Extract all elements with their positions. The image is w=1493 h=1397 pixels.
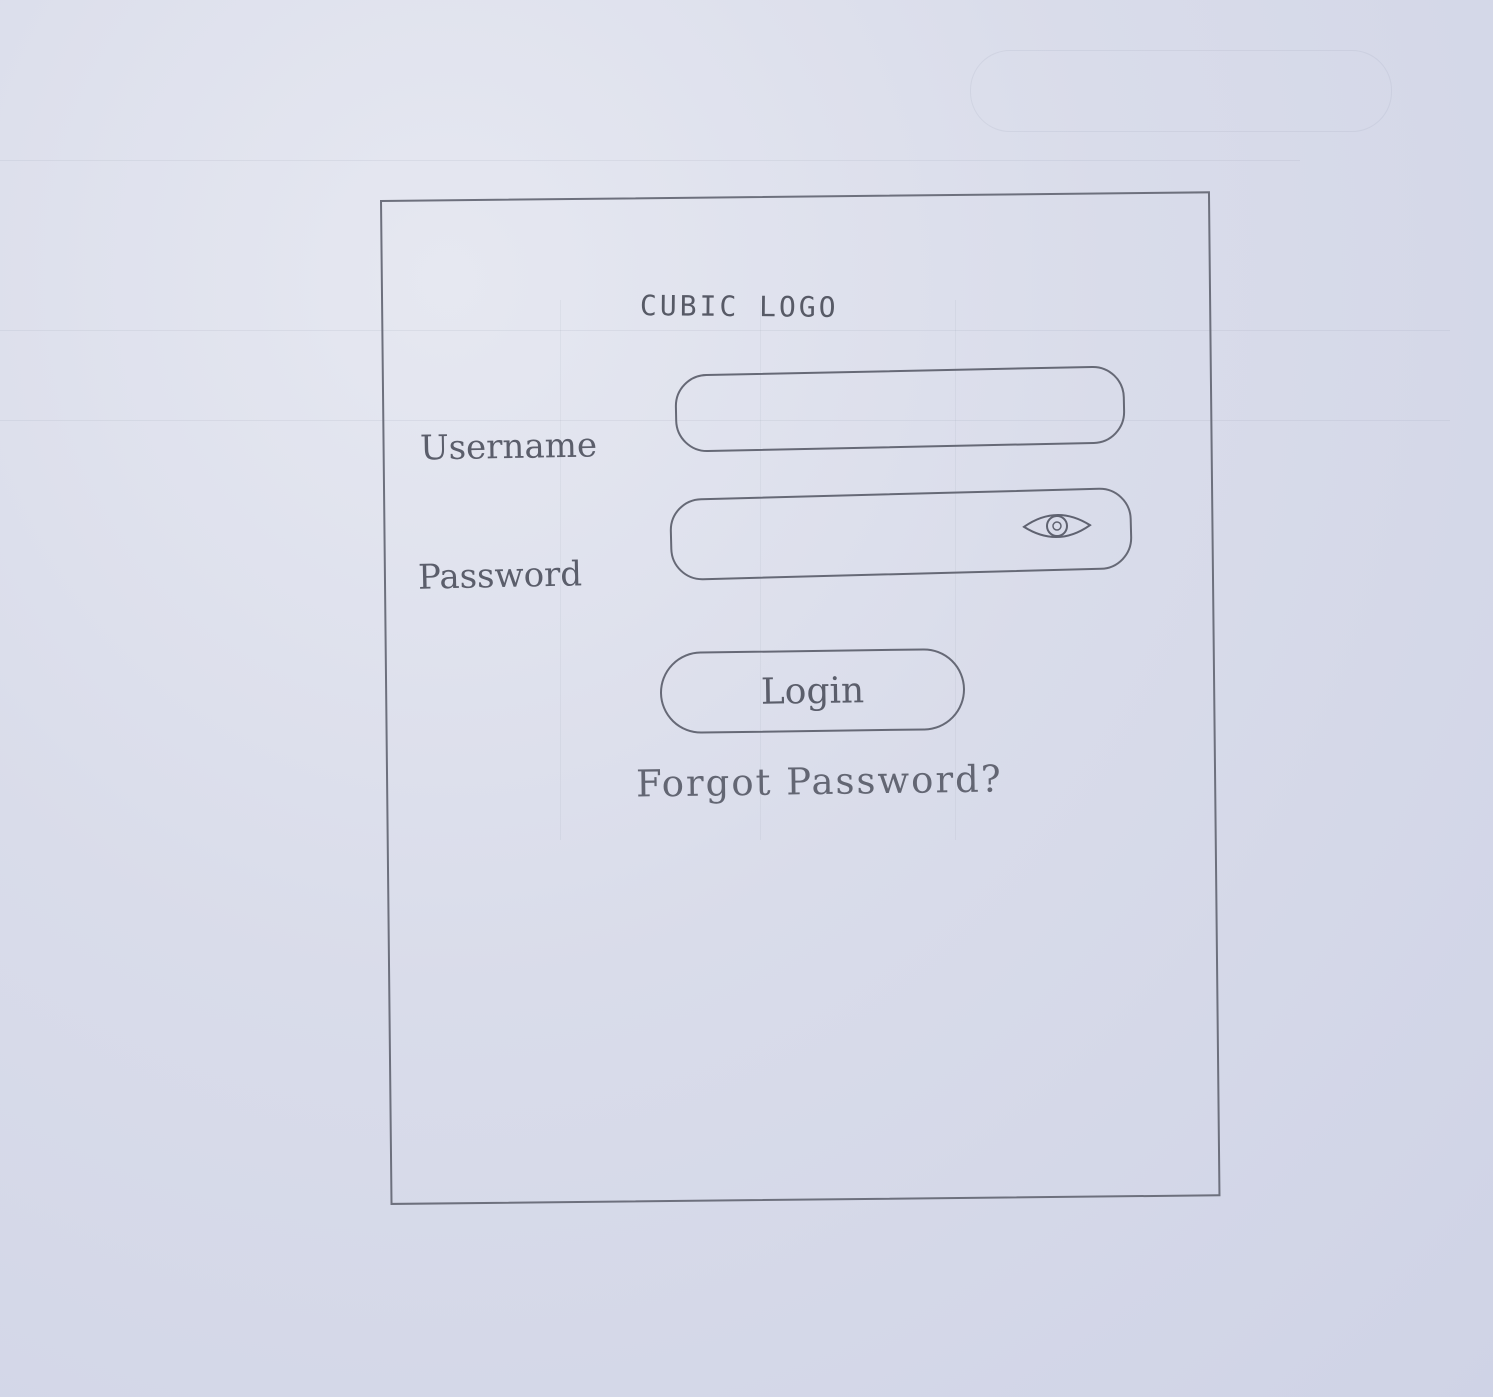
forgot-password-link[interactable]: Forgot Password?: [636, 757, 1003, 805]
login-button[interactable]: Login: [659, 647, 966, 735]
password-label: Password: [417, 554, 583, 598]
background-ghost-shape: [970, 50, 1392, 132]
username-label: Username: [419, 425, 598, 469]
logo-placeholder: CUBIC LOGO: [639, 289, 839, 324]
username-field[interactable]: [674, 365, 1126, 453]
background-ghost-line: [0, 160, 1300, 161]
eye-icon[interactable]: [1020, 507, 1095, 545]
login-button-label: Login: [760, 669, 865, 713]
